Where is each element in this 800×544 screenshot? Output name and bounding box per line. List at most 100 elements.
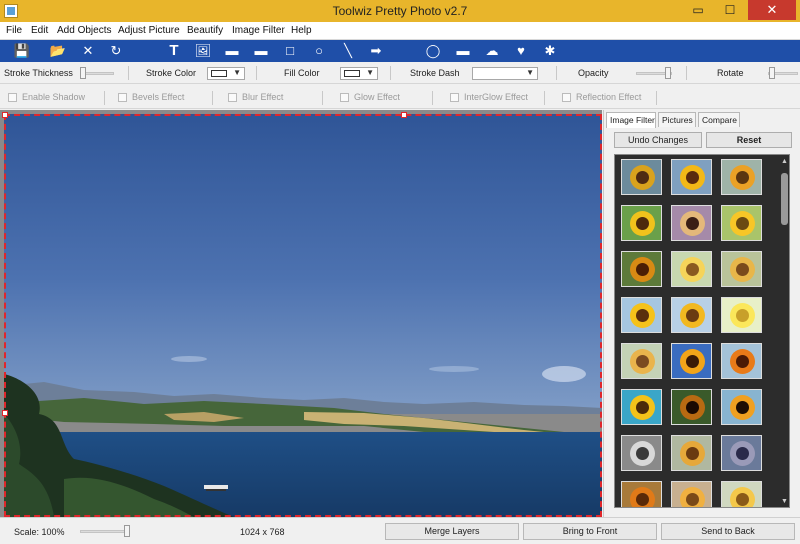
filter-thumbnail[interactable] xyxy=(671,251,712,287)
rounded-rect-icon[interactable]: ▬ xyxy=(253,43,269,59)
send-to-back-button[interactable]: Send to Back xyxy=(661,523,795,540)
scroll-up-icon[interactable]: ▲ xyxy=(780,157,789,166)
rotate-icon[interactable]: ↻ xyxy=(108,43,124,59)
opacity-label: Opacity xyxy=(578,68,609,78)
reset-button[interactable]: Reset xyxy=(706,132,792,148)
properties-bar: Stroke Thickness Stroke Color ▼ Fill Col… xyxy=(0,62,800,84)
merge-layers-button[interactable]: Merge Layers xyxy=(385,523,519,540)
filter-thumbnail[interactable] xyxy=(671,297,712,333)
separator xyxy=(556,66,557,80)
image-icon[interactable]: 🖼 xyxy=(195,43,212,59)
save-icon[interactable]: 💾 xyxy=(14,43,30,59)
separator xyxy=(656,91,657,105)
filter-thumbnail[interactable] xyxy=(621,389,662,425)
filter-thumbnail[interactable] xyxy=(721,251,762,287)
menu-adjust-picture[interactable]: Adjust Picture xyxy=(118,25,180,36)
resize-handle[interactable] xyxy=(2,112,8,118)
stroke-dash-select[interactable]: ▼ xyxy=(472,67,538,80)
tab-image-filter[interactable]: Image Filter xyxy=(606,112,656,128)
checkbox-box[interactable] xyxy=(340,92,349,102)
filter-thumbnail[interactable] xyxy=(621,205,662,241)
scale-thumb[interactable] xyxy=(124,525,130,537)
bring-to-front-button[interactable]: Bring to Front xyxy=(523,523,657,540)
speech-bubble-icon[interactable]: ◯ xyxy=(425,43,441,59)
photo-landscape[interactable] xyxy=(4,114,602,517)
filter-thumbnail[interactable] xyxy=(671,159,712,195)
blur-effect-checkbox[interactable]: Blur Effect xyxy=(228,92,283,102)
filter-thumbnail[interactable] xyxy=(721,159,762,195)
rotate-thumb[interactable] xyxy=(769,67,775,79)
line-icon[interactable]: ╲ xyxy=(340,43,356,59)
thumbnails-scrollbar[interactable]: ▲ ▼ xyxy=(780,157,789,507)
rotate-label: Rotate xyxy=(717,68,744,78)
star-burst-icon[interactable]: ✱ xyxy=(542,43,558,59)
filter-thumbnail[interactable] xyxy=(671,205,712,241)
scale-slider[interactable] xyxy=(80,530,130,533)
filter-thumbnails[interactable]: ▲ ▼ xyxy=(614,154,790,508)
stroke-color-picker[interactable]: ▼ xyxy=(207,67,245,80)
enable-shadow-checkbox[interactable]: Enable Shadow xyxy=(8,92,85,102)
menu-edit[interactable]: Edit xyxy=(31,25,48,36)
menu-add-objects[interactable]: Add Objects xyxy=(57,25,111,36)
filter-thumbnail[interactable] xyxy=(621,297,662,333)
minimize-button[interactable]: ▭ xyxy=(684,0,712,20)
filter-thumbnail[interactable] xyxy=(621,159,662,195)
heart-bubble-icon[interactable]: ♥ xyxy=(513,43,529,59)
fill-color-picker[interactable]: ▼ xyxy=(340,67,378,80)
tab-pictures[interactable]: Pictures xyxy=(658,112,696,127)
chevron-down-icon: ▼ xyxy=(366,68,374,77)
reflection-effect-checkbox[interactable]: Reflection Effect xyxy=(562,92,641,102)
checkbox-box[interactable] xyxy=(228,92,237,102)
filter-thumbnail[interactable] xyxy=(721,205,762,241)
menu-file[interactable]: File xyxy=(6,25,22,36)
filter-thumbnail[interactable] xyxy=(721,297,762,333)
menu-beautify[interactable]: Beautify xyxy=(187,25,223,36)
checkbox-label: Blur Effect xyxy=(242,92,284,102)
filter-thumbnail[interactable] xyxy=(671,389,712,425)
checkbox-box[interactable] xyxy=(118,92,127,102)
callout-icon[interactable]: ▬ xyxy=(455,43,471,59)
filter-thumbnail[interactable] xyxy=(721,435,762,471)
tab-compare[interactable]: Compare xyxy=(698,112,740,127)
resize-handle[interactable] xyxy=(401,112,407,118)
filter-thumbnail[interactable] xyxy=(721,481,762,507)
canvas-area[interactable] xyxy=(0,110,602,517)
arrow-icon[interactable]: ➡ xyxy=(368,43,384,59)
interglow-effect-checkbox[interactable]: InterGlow Effect xyxy=(450,92,528,102)
ellipse-icon[interactable]: ○ xyxy=(311,43,327,59)
delete-icon[interactable]: ✕ xyxy=(80,43,96,59)
open-folder-icon[interactable]: 📂 xyxy=(50,43,66,59)
glow-effect-checkbox[interactable]: Glow Effect xyxy=(340,92,400,102)
undo-changes-button[interactable]: Undo Changes xyxy=(614,132,702,148)
resize-handle[interactable] xyxy=(2,410,8,416)
fill-color-swatch xyxy=(344,70,360,77)
stroke-thickness-thumb[interactable] xyxy=(80,67,86,79)
checkbox-box[interactable] xyxy=(8,92,17,102)
filter-thumbnail[interactable] xyxy=(671,481,712,507)
checkbox-box[interactable] xyxy=(450,92,459,102)
maximize-button[interactable]: ☐ xyxy=(716,0,744,20)
menu-help[interactable]: Help xyxy=(291,25,312,36)
checkbox-box[interactable] xyxy=(562,92,571,102)
scroll-down-icon[interactable]: ▼ xyxy=(780,497,789,506)
text-icon[interactable]: T xyxy=(166,43,182,59)
opacity-thumb[interactable] xyxy=(665,67,671,79)
menu-image-filter[interactable]: Image Filter xyxy=(232,25,285,36)
filter-thumbnail[interactable] xyxy=(671,435,712,471)
scrollbar-thumb[interactable] xyxy=(781,173,788,225)
filter-thumbnail[interactable] xyxy=(621,251,662,287)
filter-thumbnail[interactable] xyxy=(721,343,762,379)
thought-cloud-icon[interactable]: ☁ xyxy=(484,43,500,59)
filter-thumbnail[interactable] xyxy=(621,343,662,379)
separator xyxy=(544,91,545,105)
filter-thumbnail[interactable] xyxy=(721,389,762,425)
separator xyxy=(128,66,129,80)
filter-thumbnail[interactable] xyxy=(621,481,662,507)
filter-thumbnail[interactable] xyxy=(621,435,662,471)
filter-thumbnail[interactable] xyxy=(671,343,712,379)
bevels-effect-checkbox[interactable]: Bevels Effect xyxy=(118,92,184,102)
rectangle-filled-icon[interactable]: ▬ xyxy=(224,43,240,59)
stroke-thickness-label: Stroke Thickness xyxy=(4,68,73,78)
rectangle-outline-icon[interactable]: □ xyxy=(282,43,298,59)
close-button[interactable]: ✕ xyxy=(748,0,796,20)
